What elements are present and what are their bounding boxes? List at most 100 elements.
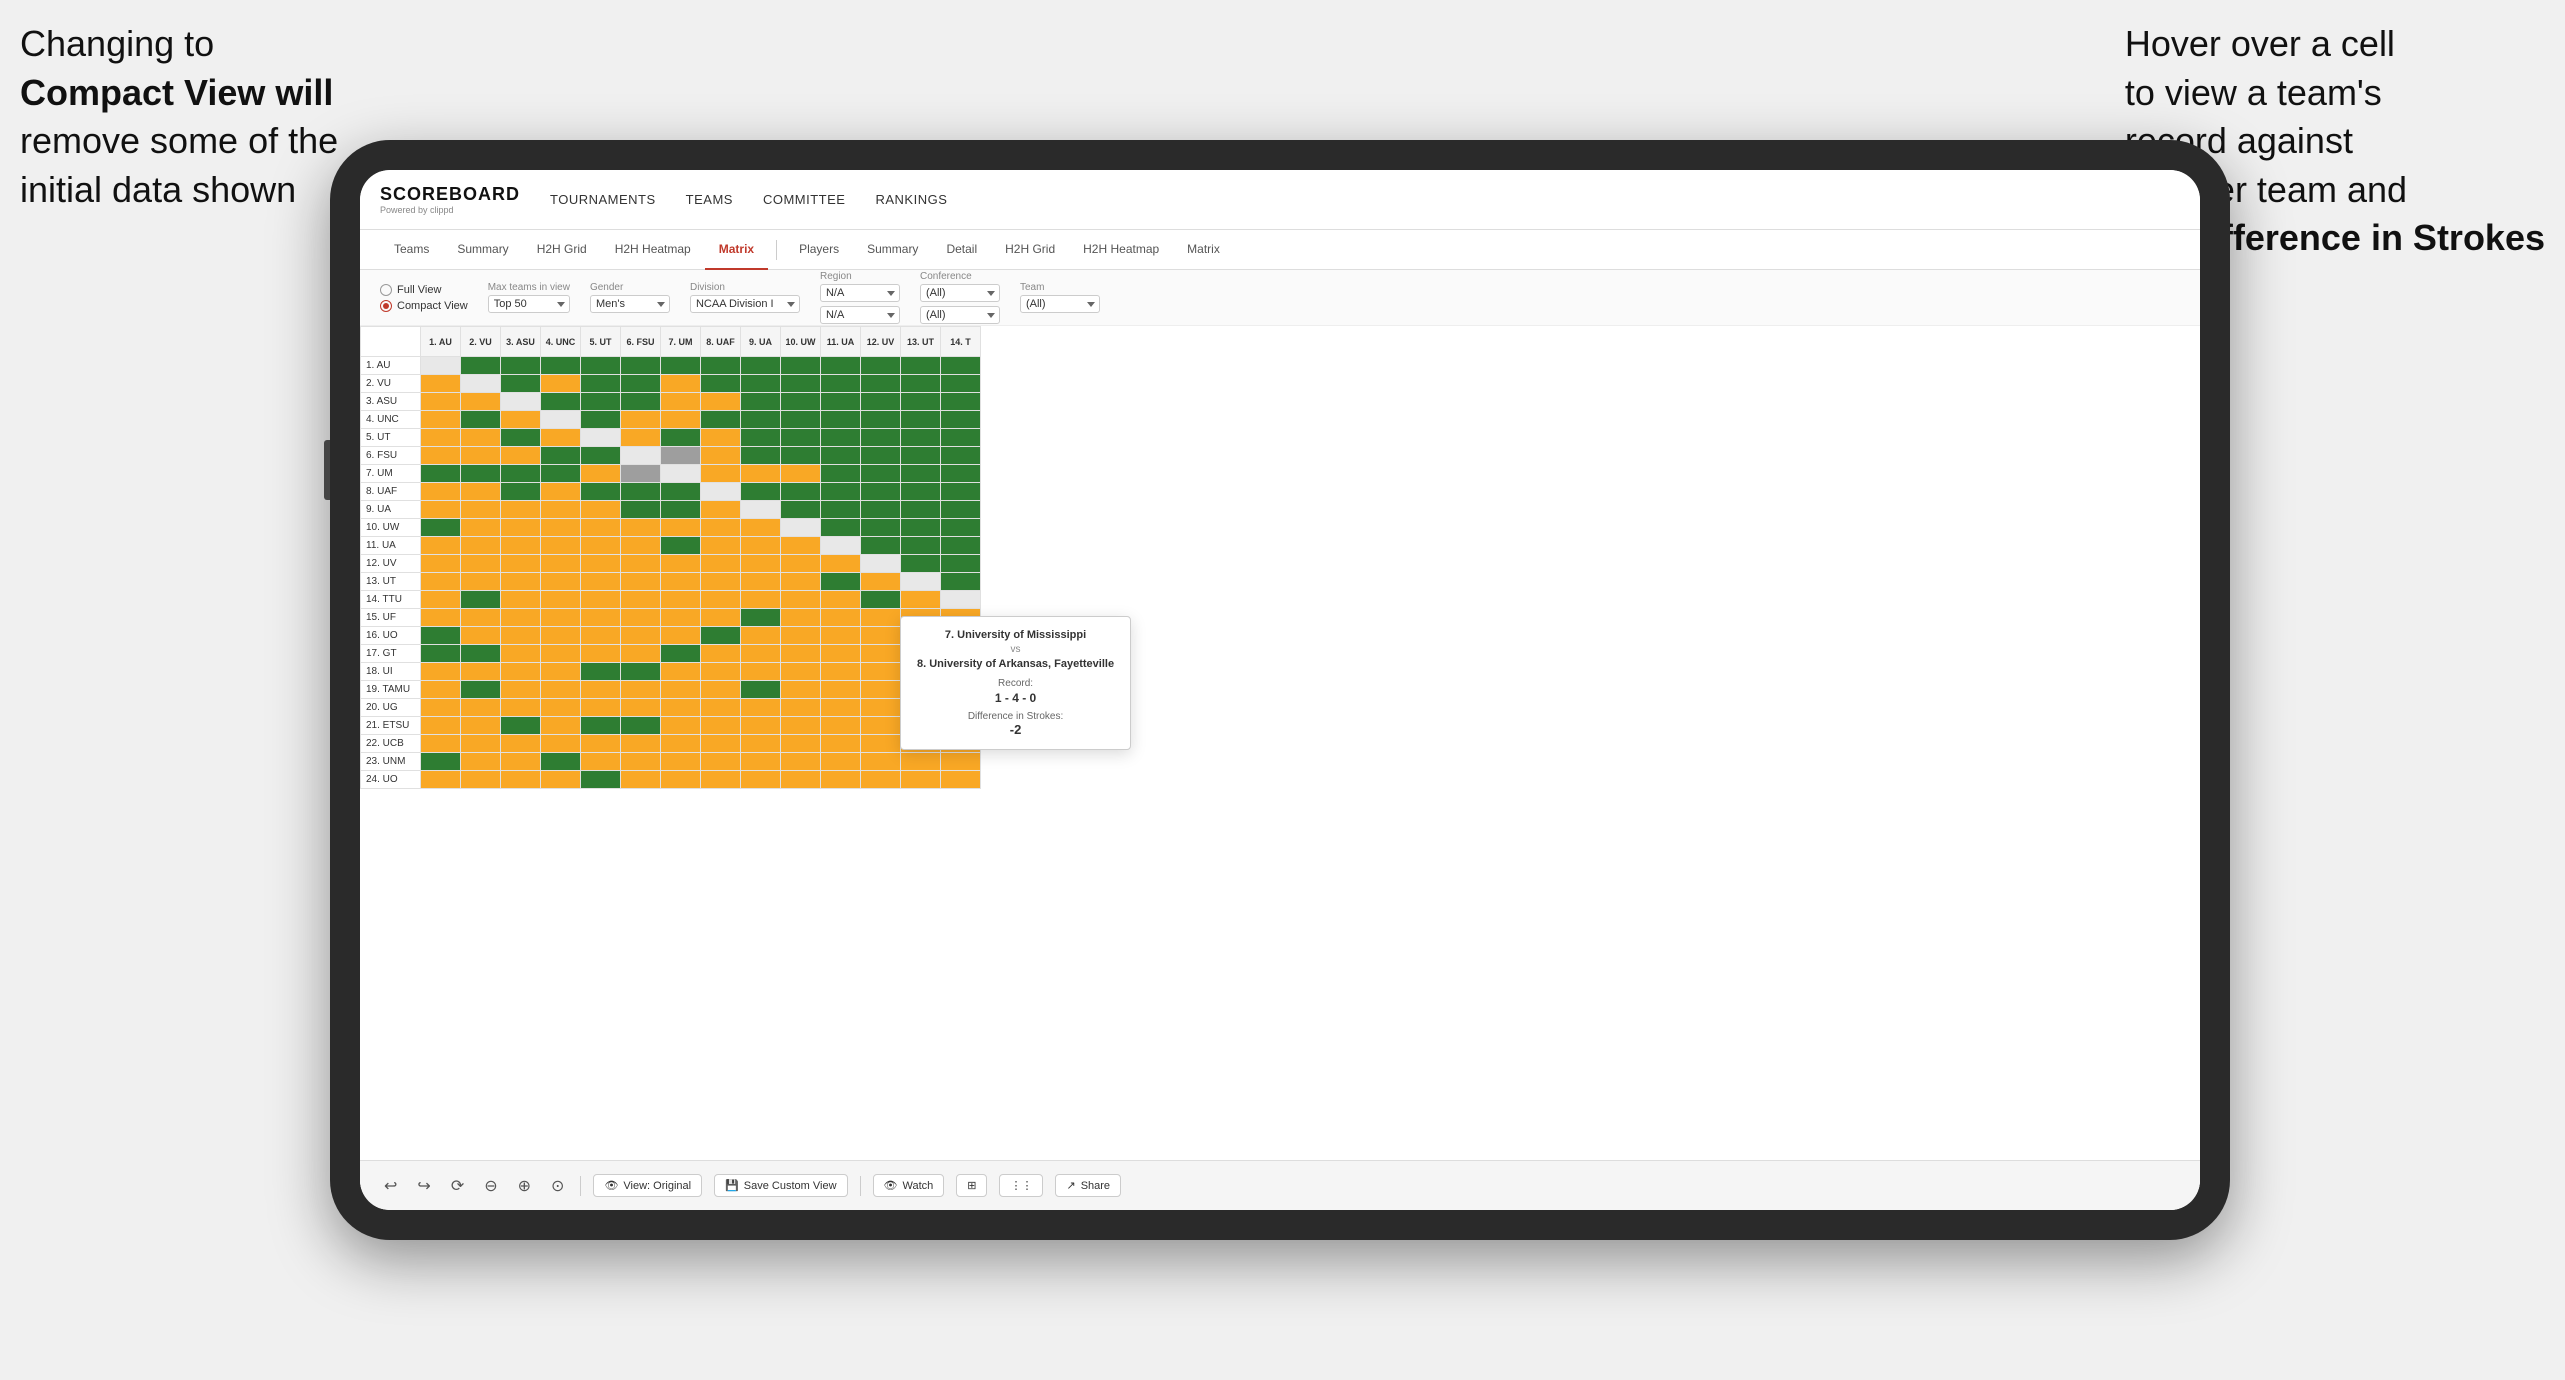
matrix-cell[interactable] xyxy=(541,447,581,465)
matrix-cell[interactable] xyxy=(741,393,781,411)
matrix-cell[interactable] xyxy=(901,357,941,375)
matrix-cell[interactable] xyxy=(461,735,501,753)
matrix-cell[interactable] xyxy=(661,519,701,537)
matrix-cell[interactable] xyxy=(941,375,981,393)
matrix-cell[interactable] xyxy=(581,357,621,375)
matrix-cell[interactable] xyxy=(581,609,621,627)
tab-detail[interactable]: Detail xyxy=(932,230,991,270)
matrix-cell[interactable] xyxy=(581,501,621,519)
matrix-cell[interactable] xyxy=(741,645,781,663)
matrix-cell[interactable] xyxy=(941,447,981,465)
matrix-cell[interactable] xyxy=(701,573,741,591)
matrix-cell[interactable] xyxy=(621,357,661,375)
matrix-cell[interactable] xyxy=(701,681,741,699)
matrix-cell[interactable] xyxy=(581,447,621,465)
matrix-cell[interactable] xyxy=(941,483,981,501)
matrix-cell[interactable] xyxy=(821,411,861,429)
matrix-cell[interactable] xyxy=(461,501,501,519)
matrix-cell[interactable] xyxy=(501,717,541,735)
matrix-cell[interactable] xyxy=(701,555,741,573)
matrix-cell[interactable] xyxy=(581,591,621,609)
matrix-cell[interactable] xyxy=(581,681,621,699)
matrix-cell[interactable] xyxy=(421,753,461,771)
matrix-cell[interactable] xyxy=(781,447,821,465)
matrix-cell[interactable] xyxy=(621,465,661,483)
tab-h2h-heatmap-1[interactable]: H2H Heatmap xyxy=(601,230,705,270)
matrix-cell[interactable] xyxy=(781,771,821,789)
matrix-cell[interactable] xyxy=(461,537,501,555)
matrix-cell[interactable] xyxy=(621,537,661,555)
matrix-cell[interactable] xyxy=(821,753,861,771)
matrix-cell[interactable] xyxy=(941,591,981,609)
matrix-cell[interactable] xyxy=(741,681,781,699)
matrix-cell[interactable] xyxy=(861,591,901,609)
matrix-cell[interactable] xyxy=(861,375,901,393)
matrix-cell[interactable] xyxy=(421,537,461,555)
matrix-cell[interactable] xyxy=(861,645,901,663)
matrix-cell[interactable] xyxy=(621,717,661,735)
conference-select-1[interactable]: (All) xyxy=(920,284,1000,302)
matrix-cell[interactable] xyxy=(741,411,781,429)
matrix-cell[interactable] xyxy=(781,483,821,501)
matrix-cell[interactable] xyxy=(461,645,501,663)
matrix-cell[interactable] xyxy=(941,411,981,429)
matrix-cell[interactable] xyxy=(621,393,661,411)
nav-tournaments[interactable]: TOURNAMENTS xyxy=(550,192,656,207)
matrix-cell[interactable] xyxy=(461,609,501,627)
matrix-cell[interactable] xyxy=(861,681,901,699)
matrix-cell[interactable] xyxy=(821,591,861,609)
matrix-cell[interactable] xyxy=(741,627,781,645)
matrix-cell[interactable] xyxy=(621,753,661,771)
matrix-cell[interactable] xyxy=(461,519,501,537)
matrix-cell[interactable] xyxy=(581,519,621,537)
matrix-cell[interactable] xyxy=(941,501,981,519)
matrix-cell[interactable] xyxy=(861,753,901,771)
matrix-cell[interactable] xyxy=(781,591,821,609)
matrix-cell[interactable] xyxy=(701,447,741,465)
matrix-cell[interactable] xyxy=(581,753,621,771)
matrix-cell[interactable] xyxy=(621,609,661,627)
matrix-cell[interactable] xyxy=(501,375,541,393)
matrix-cell[interactable] xyxy=(541,645,581,663)
matrix-cell[interactable] xyxy=(501,591,541,609)
matrix-cell[interactable] xyxy=(781,753,821,771)
team-select[interactable]: (All) xyxy=(1020,295,1100,313)
tab-matrix-2[interactable]: Matrix xyxy=(1173,230,1234,270)
matrix-cell[interactable] xyxy=(741,375,781,393)
matrix-cell[interactable] xyxy=(781,645,821,663)
matrix-cell[interactable] xyxy=(501,771,541,789)
matrix-cell[interactable] xyxy=(861,627,901,645)
matrix-cell[interactable] xyxy=(421,645,461,663)
matrix-cell[interactable] xyxy=(621,375,661,393)
matrix-cell[interactable] xyxy=(461,771,501,789)
matrix-cell[interactable] xyxy=(461,753,501,771)
matrix-cell[interactable] xyxy=(421,447,461,465)
matrix-cell[interactable] xyxy=(741,501,781,519)
matrix-cell[interactable] xyxy=(541,699,581,717)
matrix-cell[interactable] xyxy=(821,447,861,465)
matrix-cell[interactable] xyxy=(701,771,741,789)
matrix-cell[interactable] xyxy=(741,771,781,789)
matrix-cell[interactable] xyxy=(501,411,541,429)
matrix-cell[interactable] xyxy=(581,411,621,429)
matrix-cell[interactable] xyxy=(581,735,621,753)
matrix-cell[interactable] xyxy=(621,483,661,501)
matrix-cell[interactable] xyxy=(661,357,701,375)
matrix-cell[interactable] xyxy=(701,663,741,681)
grid-button[interactable]: ⋮⋮ xyxy=(999,1174,1043,1197)
matrix-cell[interactable] xyxy=(781,627,821,645)
matrix-cell[interactable] xyxy=(541,771,581,789)
matrix-cell[interactable] xyxy=(821,627,861,645)
matrix-cell[interactable] xyxy=(421,411,461,429)
matrix-cell[interactable] xyxy=(501,573,541,591)
matrix-cell[interactable] xyxy=(741,591,781,609)
matrix-cell[interactable] xyxy=(661,393,701,411)
matrix-cell[interactable] xyxy=(901,555,941,573)
matrix-cell[interactable] xyxy=(901,537,941,555)
matrix-cell[interactable] xyxy=(581,663,621,681)
matrix-cell[interactable] xyxy=(941,393,981,411)
matrix-cell[interactable] xyxy=(781,573,821,591)
matrix-cell[interactable] xyxy=(821,645,861,663)
matrix-cell[interactable] xyxy=(821,699,861,717)
matrix-cell[interactable] xyxy=(421,699,461,717)
